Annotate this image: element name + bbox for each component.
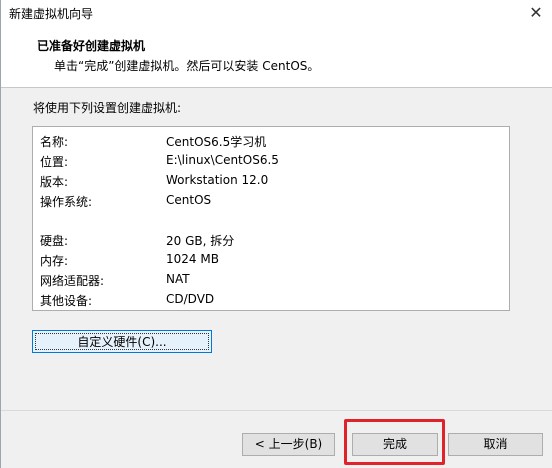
summary-value: CentOS (166, 193, 212, 207)
finish-button[interactable]: 完成 (352, 433, 438, 456)
header-subtitle: 单击“完成”创建虚拟机。然后可以安装 CentOS。 (54, 59, 320, 73)
new-vm-wizard-window: 新建虚拟机向导 ✕ 已准备好创建虚拟机 单击“完成”创建虚拟机。然后可以安装 C… (0, 0, 552, 468)
cancel-button[interactable]: 取消 (448, 433, 543, 456)
back-button[interactable]: < 上一步(B) (242, 433, 335, 456)
summary-value: CentOS6.5学习机 (166, 135, 267, 149)
summary-key: 其他设备: (40, 294, 93, 308)
summary-key: 操作系统: (40, 195, 93, 209)
customize-hardware-button[interactable]: 自定义硬件(C)... (32, 330, 212, 353)
header-title: 已准备好创建虚拟机 (37, 39, 146, 53)
summary-key: 位置: (40, 155, 69, 169)
summary-value: NAT (166, 272, 190, 286)
summary-key: 版本: (40, 175, 69, 189)
window-title: 新建虚拟机向导 (9, 7, 94, 21)
footer-divider (1, 410, 552, 411)
wizard-body: 将使用下列设置创建虚拟机: 名称: CentOS6.5学习机 位置: E:\li… (1, 88, 552, 468)
wizard-header: 已准备好创建虚拟机 单击“完成”创建虚拟机。然后可以安装 CentOS。 (1, 26, 552, 88)
summary-key: 内存: (40, 254, 69, 268)
summary-key: 硬盘: (40, 234, 69, 248)
summary-value: E:\linux\CentOS6.5 (166, 153, 279, 167)
summary-value: 20 GB, 拆分 (166, 234, 235, 248)
title-bar[interactable]: 新建虚拟机向导 ✕ (1, 0, 552, 26)
summary-value: CD/DVD (166, 292, 215, 306)
settings-label: 将使用下列设置创建虚拟机: (33, 101, 182, 115)
close-icon[interactable]: ✕ (526, 3, 546, 23)
customize-hardware-label: 自定义硬件(C)... (35, 333, 209, 350)
summary-key: 网络适配器: (40, 274, 105, 288)
settings-summary: 名称: CentOS6.5学习机 位置: E:\linux\CentOS6.5 … (32, 126, 510, 311)
summary-key: 名称: (40, 135, 69, 149)
summary-value: 1024 MB (166, 252, 219, 266)
summary-value: Workstation 12.0 (166, 173, 269, 187)
